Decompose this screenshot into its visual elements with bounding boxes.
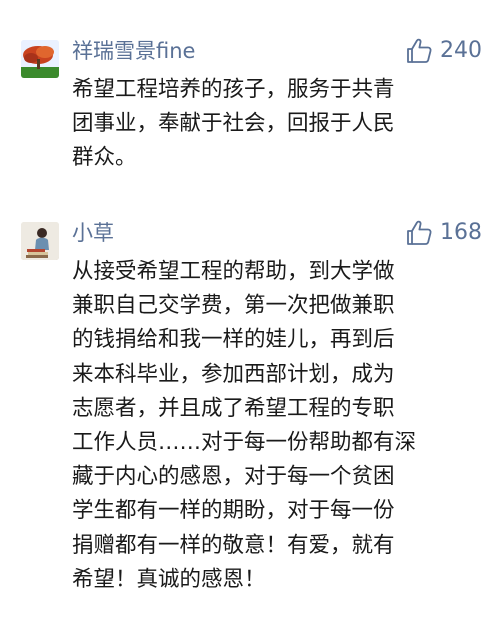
autumn-tree-avatar-icon bbox=[21, 40, 59, 78]
like-button[interactable]: 168 bbox=[404, 218, 482, 248]
comment-author[interactable]: 祥瑞雪景fine bbox=[72, 38, 195, 64]
thumbs-up-icon bbox=[407, 38, 432, 63]
comment-author[interactable]: 小草 bbox=[72, 220, 114, 246]
like-count: 168 bbox=[440, 220, 482, 245]
avatar[interactable] bbox=[21, 222, 59, 260]
person-with-books-avatar-icon bbox=[21, 222, 59, 260]
avatar[interactable] bbox=[21, 40, 59, 78]
thumbs-up-icon bbox=[407, 220, 432, 245]
comment-text: 从接受希望工程的帮助，到大学做 兼职自己交学费，第一次把做兼职 的钱捐给和我一样… bbox=[72, 259, 417, 592]
like-count: 240 bbox=[440, 38, 482, 63]
like-button[interactable]: 240 bbox=[404, 36, 482, 66]
comment-text: 希望工程培养的孩子，服务于共青 团事业，奉献于社会，回报于人民 群众。 bbox=[72, 77, 395, 171]
